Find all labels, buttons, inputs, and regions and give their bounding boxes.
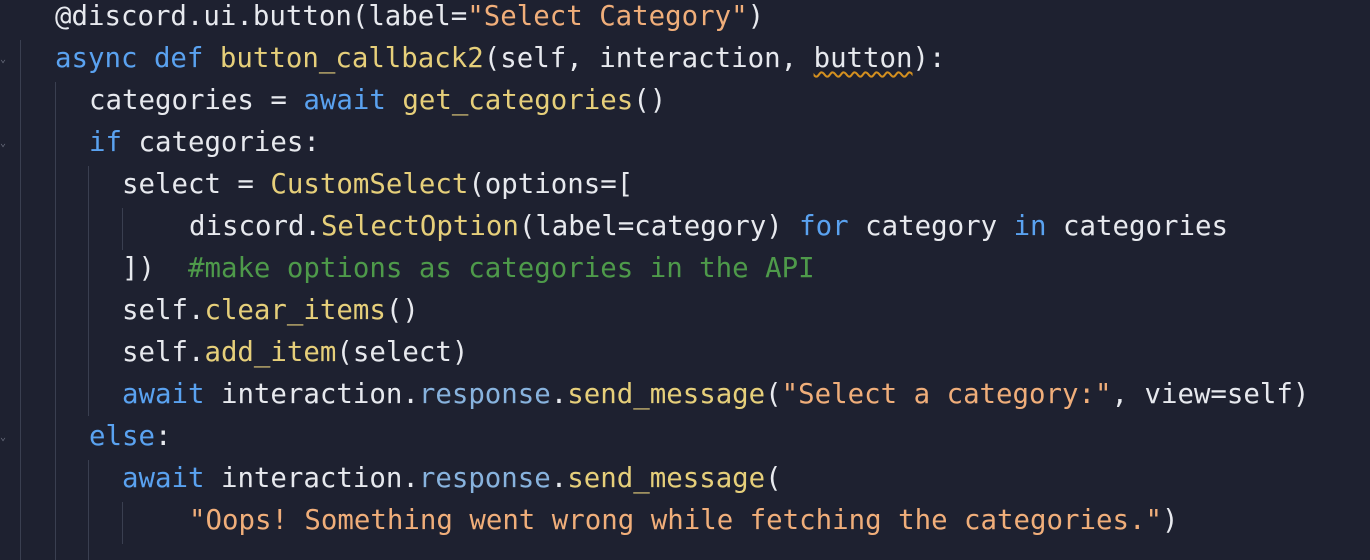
code-token: else bbox=[89, 421, 155, 452]
code-token: ]) bbox=[122, 253, 188, 284]
code-line[interactable]: "Oops! Something went wrong while fetchi… bbox=[189, 504, 1178, 546]
code-token: () bbox=[385, 295, 419, 326]
code-token: interaction. bbox=[220, 463, 419, 494]
code-line[interactable]: categories = await get_categories() bbox=[89, 84, 666, 126]
code-token: (select) bbox=[336, 337, 469, 368]
code-token: interaction. bbox=[220, 379, 419, 410]
code-token: for bbox=[799, 211, 866, 242]
code-token: button_callback2 bbox=[219, 43, 484, 74]
code-token: #make options as categories in the API bbox=[187, 253, 815, 284]
code-token: "Select a category:" bbox=[781, 379, 1112, 410]
code-token: get_categories bbox=[402, 85, 634, 116]
editor-gutter: ⌄ ⌄ ⌄ bbox=[0, 0, 16, 560]
code-line[interactable]: async def button_callback2(self, interac… bbox=[55, 42, 946, 84]
code-token: (label=category) bbox=[518, 211, 800, 242]
code-line[interactable]: discord.SelectOption(label=category) for… bbox=[189, 210, 1228, 252]
indent-guide bbox=[20, 40, 21, 560]
fold-chevron-icon[interactable]: ⌄ bbox=[0, 55, 8, 65]
code-token: self. bbox=[122, 295, 205, 326]
code-token: : bbox=[154, 421, 172, 452]
fold-chevron-icon[interactable]: ⌄ bbox=[0, 139, 8, 149]
indent-guide bbox=[122, 208, 123, 250]
code-token: self. bbox=[122, 337, 205, 368]
code-token: await bbox=[303, 85, 403, 116]
code-token: SelectOption bbox=[320, 211, 519, 242]
code-line[interactable]: self.clear_items() bbox=[122, 294, 419, 336]
code-token: discord. bbox=[189, 211, 321, 242]
code-token: select = bbox=[122, 169, 271, 200]
code-token: ): bbox=[912, 43, 946, 74]
code-token: ) bbox=[747, 1, 765, 32]
code-token: CustomSelect bbox=[270, 169, 469, 200]
warning-squiggle-token: button bbox=[813, 43, 913, 74]
code-line[interactable]: ]) #make options as categories in the AP… bbox=[122, 252, 815, 294]
code-line[interactable]: select = CustomSelect(options=[ bbox=[122, 168, 633, 210]
code-token: () bbox=[633, 85, 667, 116]
code-token: . bbox=[550, 463, 568, 494]
code-token: send_message bbox=[567, 379, 766, 410]
code-token: await bbox=[122, 379, 221, 410]
fold-chevron-icon[interactable]: ⌄ bbox=[0, 433, 8, 443]
code-line[interactable]: self.add_item(select) bbox=[122, 336, 468, 378]
code-editor[interactable]: ⌄ ⌄ ⌄ @discord.ui.button(label="Select C… bbox=[0, 0, 1370, 560]
code-token: send_message bbox=[567, 463, 766, 494]
code-token: ) bbox=[1161, 505, 1179, 536]
code-token: ( bbox=[765, 463, 782, 494]
indent-guide bbox=[122, 502, 123, 544]
code-token: in bbox=[1013, 211, 1064, 242]
code-token: "Oops! Something went wrong while fetchi… bbox=[189, 505, 1162, 536]
code-token: , view=self) bbox=[1111, 379, 1310, 410]
indent-guide bbox=[88, 166, 89, 416]
code-token: ( bbox=[765, 379, 782, 410]
code-token: if bbox=[89, 127, 139, 158]
code-token: (options=[ bbox=[468, 169, 634, 200]
code-line[interactable]: @discord.ui.button(label="Select Categor… bbox=[55, 0, 764, 42]
code-token: clear_items bbox=[204, 295, 386, 326]
code-line[interactable]: await interaction.response.send_message(… bbox=[122, 378, 1309, 420]
code-token: "Select Category" bbox=[467, 1, 748, 32]
code-line[interactable]: else: bbox=[89, 420, 171, 462]
code-token: response bbox=[418, 379, 551, 410]
code-token: async def bbox=[55, 43, 220, 74]
code-token: @discord.ui.button(label= bbox=[55, 1, 468, 32]
code-token: await bbox=[122, 463, 221, 494]
code-line[interactable]: if categories: bbox=[89, 126, 320, 168]
code-token: response bbox=[418, 463, 551, 494]
code-token: categories: bbox=[138, 127, 320, 158]
code-token: categories bbox=[1063, 211, 1228, 242]
indent-guide bbox=[55, 82, 56, 560]
code-token: . bbox=[550, 379, 568, 410]
code-token: categories = bbox=[89, 85, 304, 116]
code-line[interactable]: await interaction.response.send_message( bbox=[122, 462, 782, 504]
code-token: (self, interaction, bbox=[483, 43, 814, 74]
code-token: category bbox=[865, 211, 1014, 242]
code-token: add_item bbox=[204, 337, 337, 368]
indent-guide bbox=[88, 460, 89, 560]
